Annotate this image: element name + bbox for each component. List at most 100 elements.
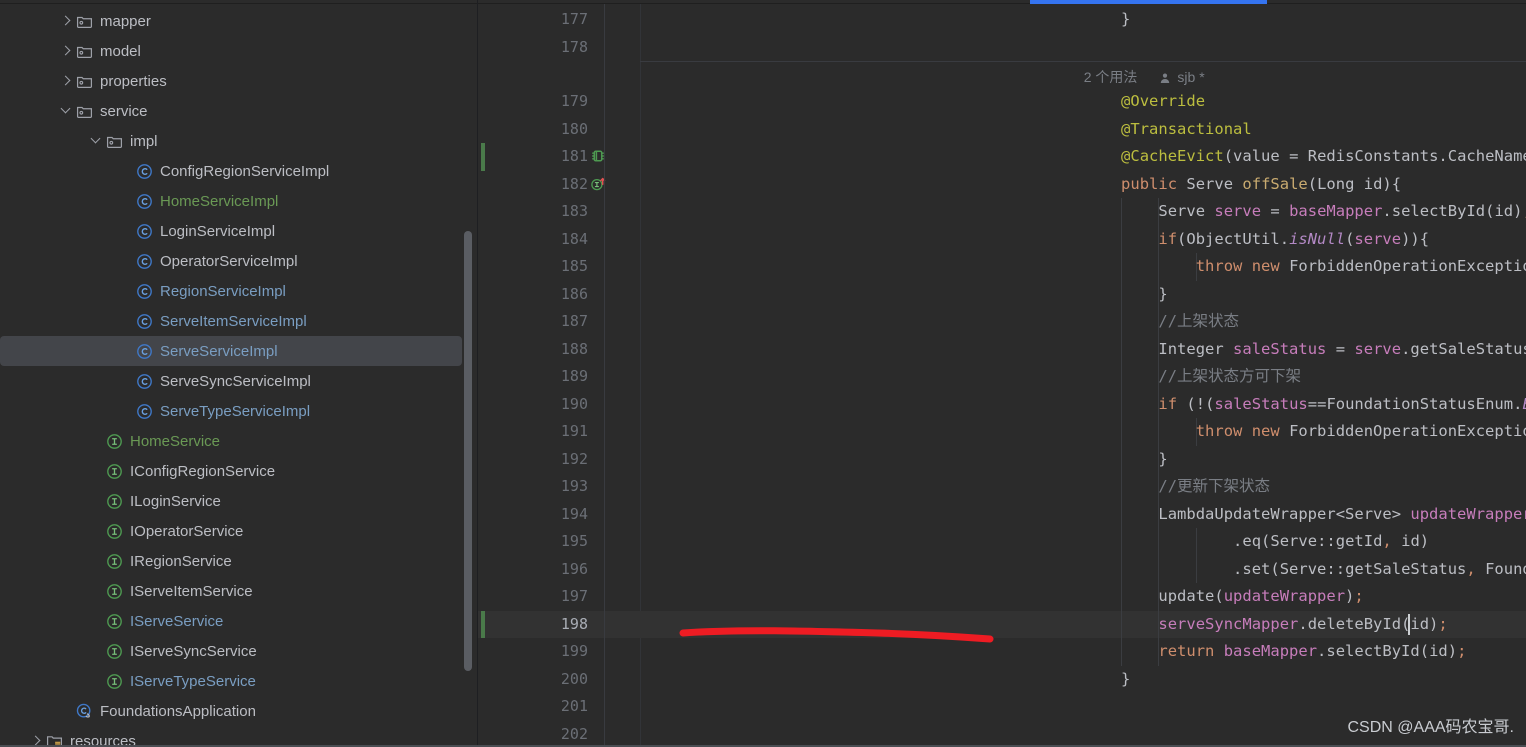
tree-item-homeservice[interactable]: HomeService (0, 426, 220, 456)
tree-item-homeserviceimpl[interactable]: HomeServiceImpl (0, 186, 278, 216)
tree-item-label: IServeTypeService (130, 672, 256, 690)
code-line-197[interactable]: update(updateWrapper); (605, 583, 1526, 611)
line-number-200: 200 (560, 669, 588, 688)
code-line-198[interactable]: serveSyncMapper.deleteById(id); (605, 611, 1526, 639)
tree-item-servesyncserviceimpl[interactable]: ServeSyncServiceImpl (0, 366, 311, 396)
watermark: CSDN @AAA码农宝哥. (1347, 719, 1515, 736)
tree-item-mapper[interactable]: mapper (0, 6, 151, 36)
tree-item-iserveservice[interactable]: IServeService (0, 606, 223, 636)
package-folder-icon (106, 133, 123, 150)
code-line-185[interactable]: throw new ForbiddenOperationException("区… (605, 253, 1526, 281)
line-number-192: 192 (560, 449, 588, 468)
code-line-186[interactable]: } (605, 281, 1526, 309)
tree-item-label: ConfigRegionServiceImpl (160, 162, 330, 180)
tree-item-label: HomeService (130, 432, 221, 450)
code-line-177[interactable]: } (605, 6, 1526, 34)
spring-boot-class-icon (76, 703, 93, 720)
line-number-185: 185 (560, 257, 588, 275)
editor-gutter[interactable]: 177 178 179 180 181 182 183 184 185 186 187 188 189 1… (478, 4, 606, 747)
chevron-right-icon[interactable] (58, 13, 74, 29)
tree-item-label: IOperatorService (130, 522, 244, 540)
code-line-194[interactable]: LambdaUpdateWrapper<Serve> updateWrapper… (605, 501, 1526, 529)
tree-item-iserveitemservice[interactable]: IServeItemService (0, 576, 253, 606)
java-interface-icon (106, 583, 123, 600)
tree-item-configregionserviceimpl[interactable]: ConfigRegionServiceImpl (0, 156, 329, 186)
code-line-180[interactable]: @Transactional (605, 116, 1526, 144)
code-line-178[interactable] (605, 34, 1526, 62)
codelens-usages[interactable]: 2 个用法 (1084, 64, 1138, 91)
codelens-author[interactable]: sjb * (1177, 64, 1204, 91)
java-class-icon (136, 373, 153, 390)
tree-item-label: ServeServiceImpl (160, 342, 278, 360)
project-tree-scrollbar[interactable] (464, 231, 472, 671)
tree-item-iservetypeservice[interactable]: IServeTypeService (0, 666, 256, 696)
tree-item-iservesyncservice[interactable]: IServeSyncService (0, 636, 257, 666)
code-content[interactable]: } @Override @Transactional @CacheEvict(v… (605, 4, 1526, 747)
codelens-row[interactable]: 2 个用法 sjb * (1084, 64, 1205, 91)
code-line-193[interactable]: //更新下架状态 (605, 473, 1526, 501)
java-interface-icon (106, 643, 123, 660)
tree-item-loginserviceimpl[interactable]: LoginServiceImpl (0, 216, 275, 246)
code-line-181[interactable]: @CacheEvict(value = RedisConstants.Cache… (605, 143, 1526, 171)
code-line-195[interactable]: .eq(Serve::getId, id) (605, 528, 1526, 556)
tree-item-serveitemserviceimpl[interactable]: ServeItemServiceImpl (0, 306, 307, 336)
line-number-201: 201 (560, 697, 588, 715)
tree-item-serveserviceimpl[interactable]: ServeServiceImpl (0, 336, 462, 366)
tree-item-iconfigregionservice[interactable]: IConfigRegionService (0, 456, 275, 486)
tree-item-servetypeserviceimpl[interactable]: ServeTypeServiceImpl (0, 396, 310, 426)
line-number-182: 182 (560, 174, 588, 193)
package-folder-icon (76, 13, 93, 30)
line-number-189: 189 (560, 367, 588, 385)
tree-item-regionserviceimpl[interactable]: RegionServiceImpl (0, 276, 286, 306)
code-line-199[interactable]: return baseMapper.selectById(id); (605, 638, 1526, 666)
code-line-179[interactable]: @Override (605, 88, 1526, 116)
code-line-200[interactable]: } (605, 666, 1526, 694)
person-icon (1159, 72, 1171, 84)
text-caret (1407, 613, 1410, 635)
code-line-182[interactable]: public Serve offSale(Long id){ (605, 171, 1526, 199)
code-line-183[interactable]: Serve serve = baseMapper.selectById(id); (605, 198, 1526, 226)
tree-item-foundationsapplication[interactable]: FoundationsApplication (0, 696, 256, 726)
code-editor[interactable]: 177 178 179 180 181 182 183 184 185 186 187 188 189 1… (478, 4, 1526, 747)
line-number-202: 202 (560, 724, 588, 743)
line-number-177: 177 (560, 10, 588, 28)
chevron-down-icon[interactable] (58, 103, 74, 119)
tree-item-model[interactable]: model (0, 36, 141, 66)
chevron-right-icon[interactable] (58, 43, 74, 59)
project-tree-panel[interactable]: mapper model properties service impl ConfigRe… (0, 4, 478, 747)
code-line-189[interactable]: //上架状态方可下架 (605, 363, 1526, 391)
vcs-change-marker[interactable] (481, 610, 485, 638)
code-line-188[interactable]: Integer saleStatus = serve.getSaleStatus… (605, 336, 1526, 364)
java-class-icon (136, 223, 153, 240)
package-folder-icon (76, 73, 93, 90)
tree-item-ioperatorservice[interactable]: IOperatorService (0, 516, 243, 546)
java-interface-icon (106, 523, 123, 540)
tree-item-iloginservice[interactable]: ILoginService (0, 486, 221, 516)
code-line-190[interactable]: if (!(saleStatus==FoundationStatusEnum.E… (605, 391, 1526, 419)
chevron-down-icon[interactable] (88, 133, 104, 149)
tree-item-resources[interactable]: resources (0, 726, 136, 747)
tree-item-label: ServeSyncServiceImpl (160, 372, 311, 390)
chevron-right-icon[interactable] (58, 73, 74, 89)
tree-item-service[interactable]: service (0, 96, 148, 126)
code-line-196[interactable]: .set(Serve::getSaleStatus, FoundationSta… (605, 556, 1526, 584)
tree-item-iregionservice[interactable]: IRegionService (0, 546, 232, 576)
code-line-192[interactable]: } (605, 446, 1526, 474)
code-line-187[interactable]: //上架状态 (605, 308, 1526, 336)
vcs-change-marker[interactable] (481, 143, 485, 171)
tree-item-properties[interactable]: properties (0, 66, 167, 96)
tree-item-impl[interactable]: impl (0, 126, 158, 156)
tree-item-operatorserviceimpl[interactable]: OperatorServiceImpl (0, 246, 298, 276)
code-line-184[interactable]: if(ObjectUtil.isNull(serve)){ (605, 226, 1526, 254)
code-line-191[interactable]: throw new ForbiddenOperationException("上… (605, 418, 1526, 446)
line-number-199: 199 (560, 642, 588, 660)
